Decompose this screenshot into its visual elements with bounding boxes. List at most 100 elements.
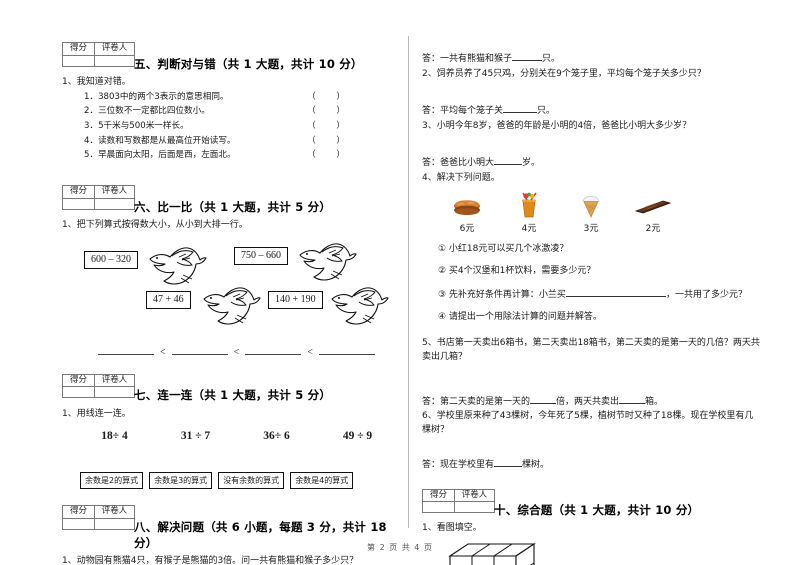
- division-expression-row: 18÷ 4 31 ÷ 7 36÷ 6 49 ÷ 9: [74, 430, 398, 442]
- reviewer-value-cell[interactable]: [454, 501, 495, 514]
- compare-blank-4[interactable]: [318, 345, 375, 355]
- judge-item-4-no: 4．: [84, 135, 99, 146]
- price-item-drink: 4元: [498, 192, 560, 234]
- equation-box-4[interactable]: 140 + 190: [268, 290, 323, 309]
- remainder-tag-4[interactable]: 余数是4的算式: [290, 472, 354, 490]
- reviewer-value-cell[interactable]: [94, 54, 135, 67]
- sub-question-4: ④ 请提出一个用除法计算的问题并解答。: [438, 312, 602, 323]
- answer-3-suffix: 岁。: [522, 157, 541, 168]
- judge-item-5-answer-paren[interactable]: （ ）: [307, 148, 398, 163]
- ice-cream-icon: [560, 192, 622, 218]
- judge-item-2: 2． 三位数不一定都比四位数小。 （ ）: [84, 104, 398, 119]
- judge-item-2-answer-paren[interactable]: （ ）: [307, 104, 398, 119]
- section-eight-question-1: 1、动物园有熊猫4只，有猴子是熊猫的3倍。问一共有熊猫和猴子多少只？: [62, 556, 359, 565]
- sub-question-3-tail: ，一共用了多少元？: [665, 289, 747, 300]
- judge-item-5-text: 早晨面向太阳，后面是西，左面北。: [98, 150, 236, 161]
- answer-line-5: 答：第二天卖的是第一天的 倍，两天共卖出 箱。: [422, 389, 762, 408]
- answer-3-prefix: 答：爸爸比小明大: [422, 157, 495, 168]
- judge-item-1-answer-paren[interactable]: （ ）: [307, 90, 398, 105]
- answer-line-2: 答：平均每个笼子关 只。: [422, 98, 762, 117]
- left-column: 得分 评卷人 五、判断对与错（共 1 大题，共计 10 分） 1、我知道对错。 …: [62, 0, 398, 565]
- section-ten-title: 十、综合题（共 1 大题，共计 10 分）: [494, 503, 700, 518]
- remainder-tag-1[interactable]: 余数是2的算式: [80, 472, 144, 490]
- answer-5-suffix: 箱。: [645, 396, 664, 407]
- judge-item-1: 1． 3803中的两个3表示的意思相同。 （ ）: [84, 90, 398, 105]
- column-divider: [408, 36, 409, 528]
- division-expression-2[interactable]: 31 ÷ 7: [155, 430, 236, 442]
- page-footer: 第 2 页 共 4 页: [367, 543, 433, 552]
- reviewer-label: 评卷人: [94, 184, 135, 199]
- section-five-question: 1、我知道对错。: [62, 76, 131, 87]
- question-2: 2、饲养员养了45只鸡，分别关在9个笼子里，平均每个笼子关多少只？: [422, 69, 706, 79]
- score-value-cell[interactable]: [62, 54, 95, 67]
- dove-icon-2: [202, 285, 262, 335]
- price-item-chocolate: 2元: [622, 192, 684, 234]
- section-ten-question: 1、看图填空。: [422, 523, 482, 534]
- sub-question-3-blank[interactable]: [565, 288, 666, 297]
- answer-2-blank[interactable]: [503, 104, 538, 113]
- score-value-cell[interactable]: [62, 518, 95, 531]
- answer-1-blank[interactable]: [512, 52, 543, 61]
- section-six: 得分 评卷人 六、比一比（共 1 大题，共计 5 分） 1、把下列算式按得数大小…: [62, 184, 398, 358]
- judge-item-3: 3． 5千米与500米一样长。 （ ）: [84, 119, 398, 134]
- price-item-hamburger: 6元: [436, 192, 498, 234]
- section-seven-title: 七、连一连（共 1 大题，共计 5 分）: [134, 388, 332, 403]
- right-column: 答：一共有熊猫和猴子只。 2、饲养员养了45只鸡，分别关在9个笼子里，平均每个笼…: [422, 0, 762, 565]
- judge-item-4-answer-paren[interactable]: （ ）: [307, 134, 398, 149]
- reviewer-value-cell[interactable]: [94, 518, 135, 531]
- answer-5-blank-1[interactable]: [530, 395, 557, 404]
- reviewer-label: 评卷人: [94, 42, 135, 56]
- remainder-tag-2[interactable]: 余数是3的算式: [149, 472, 213, 490]
- price-item-ice-cream: 3元: [560, 192, 622, 234]
- division-expression-1[interactable]: 18÷ 4: [74, 430, 155, 442]
- answer-line-3: 答：爸爸比小明大 岁。: [422, 150, 762, 169]
- compare-blank-3[interactable]: [245, 345, 302, 355]
- price-label-hamburger: 6元: [459, 223, 475, 234]
- answer-6-suffix: 棵树。: [522, 459, 550, 470]
- compare-blank-1[interactable]: [98, 345, 154, 355]
- judge-item-4: 4． 读数和写数都是从最高位开始读写。 （ ）: [84, 134, 398, 149]
- answer-line-6: 答：现在学校里有 棵树。: [422, 452, 762, 471]
- compare-blank-2[interactable]: [171, 345, 228, 355]
- section-five-title: 五、判断对与错（共 1 大题，共计 10 分）: [134, 56, 363, 71]
- division-expression-3[interactable]: 36÷ 6: [236, 430, 317, 442]
- chocolate-bar-icon: [622, 192, 684, 218]
- equation-box-2[interactable]: 47 + 46: [146, 290, 191, 309]
- dove-icon-3: [298, 241, 358, 291]
- reviewer-value-cell[interactable]: [94, 386, 135, 399]
- answer-2-suffix: 只。: [537, 105, 556, 116]
- section-ten: 得分 评卷人 十、综合题（共 1 大题，共计 10 分） 1、看图填空。: [422, 488, 762, 565]
- section-six-question: 1、把下列算式按得数大小，从小到大排一行。: [62, 219, 248, 230]
- judge-item-1-no: 1．: [84, 91, 99, 102]
- answer-6-blank[interactable]: [494, 458, 523, 467]
- answer-3-blank[interactable]: [494, 156, 523, 165]
- score-value-cell[interactable]: [62, 386, 95, 399]
- exam-page: 得分 评卷人 五、判断对与错（共 1 大题，共计 10 分） 1、我知道对错。 …: [0, 0, 800, 565]
- score-value-cell[interactable]: [422, 501, 455, 514]
- judge-item-3-no: 3．: [84, 121, 99, 132]
- answer-5-prefix: 答：第二天卖的是第一天的: [422, 396, 531, 407]
- compare-answer-line[interactable]: < < <: [98, 345, 398, 358]
- judge-item-2-text: 三位数不一定都比四位数小。: [98, 106, 210, 117]
- price-list: 6元 4元 3元 2元: [436, 192, 762, 234]
- sub-question-2: ② 买4个汉堡和1杯饮料，需要多少元？: [438, 266, 596, 277]
- score-label: 得分: [62, 505, 95, 520]
- answer-5-blank-2[interactable]: [619, 395, 646, 404]
- section-seven: 得分 评卷人 七、连一连（共 1 大题，共计 5 分） 1、用线连一连。 18÷…: [62, 373, 398, 490]
- equation-box-1[interactable]: 600 – 320: [84, 250, 138, 269]
- sub-question-3-text: ③ 先补充好条件再计算：小兰买: [438, 289, 566, 300]
- division-expression-4[interactable]: 49 ÷ 9: [317, 430, 398, 442]
- question-6: 6、学校里原来种了43棵树，今年死了5棵，植树节时又种了18棵。现在学校里有几棵…: [422, 410, 754, 435]
- judge-item-5-no: 5．: [84, 150, 99, 161]
- judge-item-4-text: 读数和写数都是从最高位开始读写。: [98, 135, 236, 146]
- reviewer-value-cell[interactable]: [94, 197, 135, 210]
- judge-item-3-answer-paren[interactable]: （ ）: [307, 119, 398, 134]
- sub-question-1: ① 小红18元可以买几个冰激凌？: [438, 243, 569, 254]
- equation-box-3[interactable]: 750 – 660: [234, 246, 288, 265]
- score-value-cell[interactable]: [62, 197, 95, 210]
- dove-equation-diagram: 600 – 320 47 + 46 750 – 660 140 + 190: [62, 239, 398, 339]
- answer-5-mid: 倍，两天共卖出: [556, 396, 620, 407]
- sub-question-3: ③ 先补充好条件再计算：小兰买 ，一共用了多少元？: [438, 288, 762, 303]
- answer-1-prefix: 答：一共有熊猫和猴子: [422, 54, 513, 64]
- remainder-tag-3[interactable]: 没有余数的算式: [218, 472, 285, 490]
